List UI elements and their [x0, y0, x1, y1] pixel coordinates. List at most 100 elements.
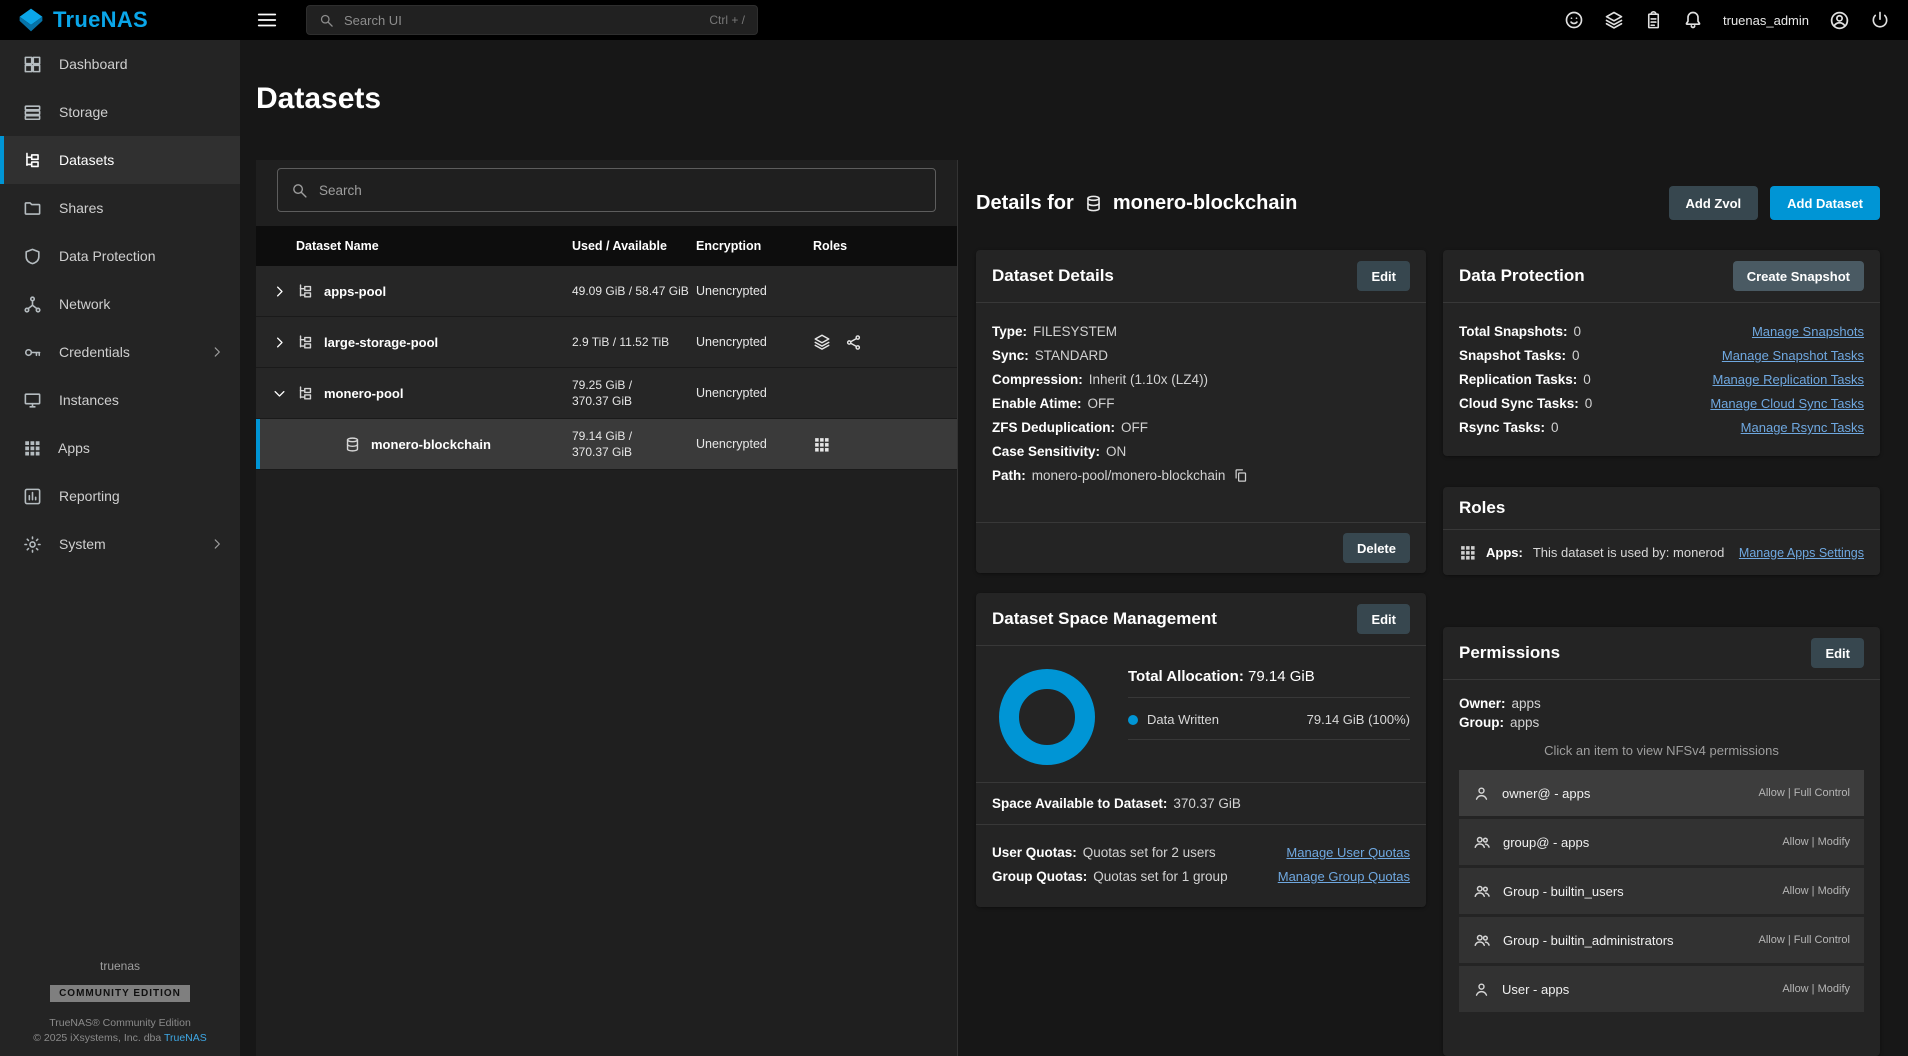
table-row-apps-pool[interactable]: apps-pool 49.09 GiB / 58.47 GiB Unencryp…: [256, 266, 957, 317]
legend-value: 79.14 GiB (100%): [1307, 712, 1410, 727]
sidebar-item-apps[interactable]: Apps: [0, 424, 240, 472]
dashboard-icon: [23, 55, 42, 74]
account-icon[interactable]: [1829, 10, 1850, 31]
manage-user-quotas-link[interactable]: Manage User Quotas: [1286, 845, 1410, 860]
sidebar-item-storage[interactable]: Storage: [0, 88, 240, 136]
dataset-search[interactable]: [277, 168, 936, 212]
manage-snapshot-tasks-link[interactable]: Manage Snapshot Tasks: [1722, 348, 1864, 363]
field-value: Inherit (1.10x (LZ4)): [1089, 372, 1208, 387]
permission-item-builtin-administrators[interactable]: Group - builtin_administrators Allow | F…: [1459, 917, 1864, 963]
search-icon: [319, 13, 334, 28]
dataset-tree-panel: Dataset Name Used / Available Encryption…: [256, 160, 958, 1056]
menu-toggle-icon[interactable]: [256, 9, 278, 31]
delete-dataset-button[interactable]: Delete: [1343, 533, 1410, 563]
notifications-bell-icon[interactable]: [1683, 10, 1703, 30]
sidebar-item-credentials[interactable]: Credentials: [0, 328, 240, 376]
sidebar-item-data-protection[interactable]: Data Protection: [0, 232, 240, 280]
apps-grid-role-icon: [813, 436, 830, 453]
card-title: Permissions: [1459, 643, 1560, 663]
table-row-monero-blockchain[interactable]: monero-blockchain 79.14 GiB / 370.37 GiB…: [256, 419, 957, 470]
truenas-logo[interactable]: TrueNAS: [0, 7, 240, 33]
field-value: FILESYSTEM: [1033, 324, 1117, 339]
add-dataset-button[interactable]: Add Dataset: [1770, 186, 1880, 220]
create-snapshot-button[interactable]: Create Snapshot: [1733, 261, 1864, 291]
sidebar-item-label: Shares: [59, 200, 103, 216]
card-title: Roles: [1459, 498, 1505, 518]
sidebar-item-instances[interactable]: Instances: [0, 376, 240, 424]
apps-status-icon[interactable]: [1604, 10, 1624, 30]
table-row-large-storage-pool[interactable]: large-storage-pool 2.9 TiB / 11.52 TiB U…: [256, 317, 957, 368]
add-zvol-button[interactable]: Add Zvol: [1669, 186, 1759, 220]
user-icon: [1473, 981, 1490, 998]
column-used-available: Used / Available: [572, 239, 696, 253]
group-value: apps: [1510, 715, 1539, 730]
task-count: 0: [1551, 420, 1559, 435]
chevron-right-icon[interactable]: [272, 284, 287, 299]
global-search[interactable]: Ctrl + /: [306, 5, 758, 35]
legend-dot: [1128, 715, 1138, 725]
key-icon: [23, 343, 42, 362]
username-label[interactable]: truenas_admin: [1723, 13, 1809, 28]
dataset-tree-icon: [297, 334, 314, 351]
dataset-name: monero-blockchain: [371, 437, 491, 452]
apps-grid-icon: [1459, 544, 1476, 561]
truenas-link[interactable]: TrueNAS: [164, 1032, 207, 1044]
database-icon: [1084, 194, 1103, 213]
encryption-state: Unencrypted: [696, 284, 813, 298]
chevron-right-icon: [210, 537, 224, 551]
details-header: Details for monero-blockchain Add Zvol A…: [976, 186, 1880, 220]
chevron-down-icon[interactable]: [272, 386, 287, 401]
used-available-2: 370.37 GiB: [572, 393, 690, 409]
task-count: 0: [1574, 324, 1582, 339]
permission-item-user-apps[interactable]: User - apps Allow | Modify: [1459, 966, 1864, 1012]
card-title: Dataset Space Management: [992, 609, 1217, 629]
sidebar-item-label: Dashboard: [59, 56, 128, 72]
permission-item-owner[interactable]: owner@ - apps Allow | Full Control: [1459, 770, 1864, 816]
sidebar-item-dashboard[interactable]: Dashboard: [0, 40, 240, 88]
manage-cloud-sync-tasks-link[interactable]: Manage Cloud Sync Tasks: [1710, 396, 1864, 411]
permissions-card: Permissions Edit Owner: apps Group: apps…: [1443, 627, 1880, 1056]
field-value: STANDARD: [1035, 348, 1108, 363]
apps-usage-text: This dataset is used by: monerod: [1533, 545, 1725, 560]
permission-item-builtin-users[interactable]: Group - builtin_users Allow | Modify: [1459, 868, 1864, 914]
permission-item-group[interactable]: group@ - apps Allow | Modify: [1459, 819, 1864, 865]
sidebar-item-label: Instances: [59, 392, 119, 408]
sidebar-item-datasets[interactable]: Datasets: [0, 136, 240, 184]
power-icon[interactable]: [1870, 10, 1890, 30]
encryption-state: Unencrypted: [696, 335, 813, 349]
sidebar-item-reporting[interactable]: Reporting: [0, 472, 240, 520]
manage-group-quotas-link[interactable]: Manage Group Quotas: [1278, 869, 1410, 884]
space-available-label: Space Available to Dataset:: [992, 796, 1167, 811]
share-role-icon: [845, 334, 862, 351]
sidebar-item-label: Storage: [59, 104, 108, 120]
manage-replication-tasks-link[interactable]: Manage Replication Tasks: [1712, 372, 1864, 387]
edit-space-button[interactable]: Edit: [1357, 604, 1410, 634]
used-available: 79.14 GiB /: [572, 428, 690, 444]
sidebar-item-system[interactable]: System: [0, 520, 240, 568]
feedback-icon[interactable]: [1564, 10, 1584, 30]
global-search-input[interactable]: [344, 13, 699, 28]
chevron-right-icon[interactable]: [272, 335, 287, 350]
task-count: 0: [1585, 396, 1593, 411]
manage-apps-settings-link[interactable]: Manage Apps Settings: [1739, 546, 1864, 560]
sidebar-item-network[interactable]: Network: [0, 280, 240, 328]
sidebar-item-label: Network: [59, 296, 110, 312]
edit-permissions-button[interactable]: Edit: [1811, 638, 1864, 668]
dataset-search-input[interactable]: [319, 183, 922, 198]
copyright-line: © 2025 iXsystems, Inc. dba TrueNAS: [0, 1032, 240, 1044]
sidebar-item-shares[interactable]: Shares: [0, 184, 240, 232]
truenas-logo-icon: [18, 7, 44, 33]
manage-snapshots-link[interactable]: Manage Snapshots: [1752, 324, 1864, 339]
copy-path-icon[interactable]: [1233, 468, 1248, 483]
jobs-icon[interactable]: [1644, 11, 1663, 30]
sidebar-item-label: System: [59, 536, 106, 552]
used-available: 49.09 GiB / 58.47 GiB: [572, 283, 690, 299]
apps-grid-icon: [23, 439, 41, 457]
legend-label: Data Written: [1147, 712, 1219, 727]
manage-rsync-tasks-link[interactable]: Manage Rsync Tasks: [1741, 420, 1864, 435]
edit-dataset-details-button[interactable]: Edit: [1357, 261, 1410, 291]
edition-line: TrueNAS® Community Edition: [0, 1017, 240, 1029]
table-row-monero-pool[interactable]: monero-pool 79.25 GiB / 370.37 GiB Unenc…: [256, 368, 957, 419]
gear-icon: [23, 535, 42, 554]
roles-card: Roles Apps: This dataset is used by: mon…: [1443, 487, 1880, 575]
